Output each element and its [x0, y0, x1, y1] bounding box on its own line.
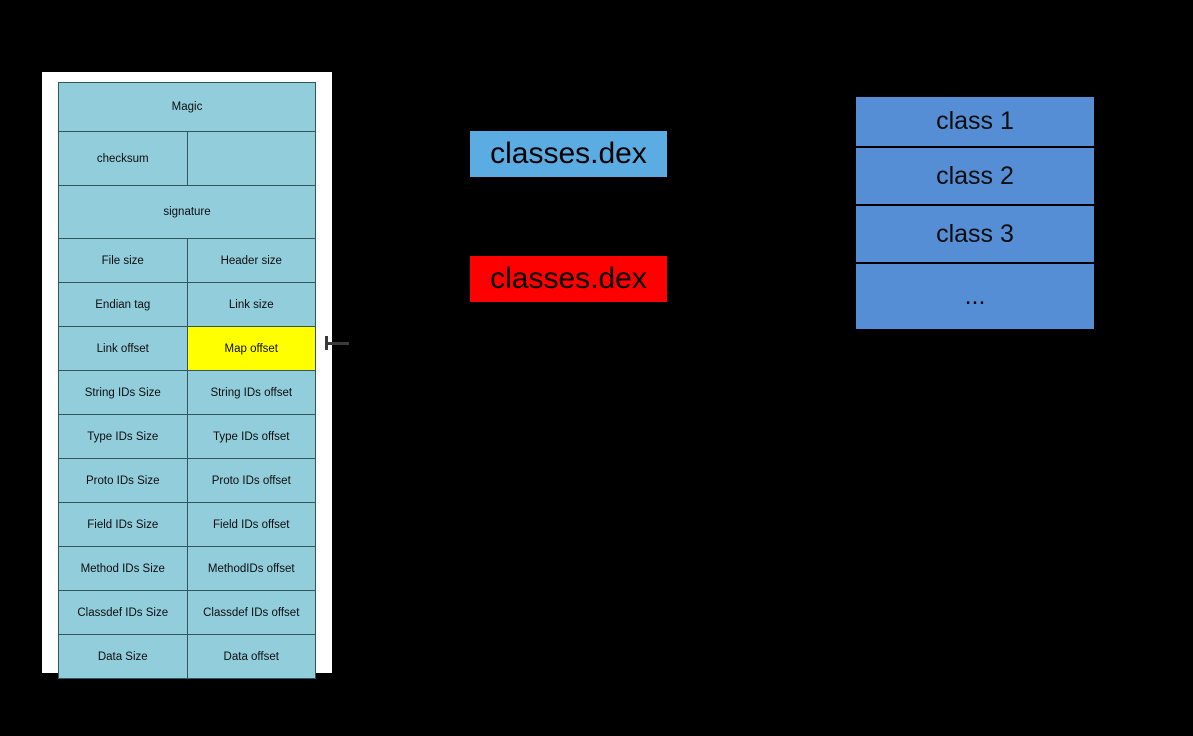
header-field-magic: Magic: [58, 82, 316, 132]
classes-dex-red-label: classes.dex: [490, 262, 647, 295]
header-field-checksum: checksum: [58, 131, 188, 186]
table-row: Method IDs Size MethodIDs offset: [58, 546, 316, 591]
table-row: signature: [58, 185, 316, 239]
class-list-item-2-label: class 2: [936, 161, 1014, 190]
table-row: Field IDs Size Field IDs offset: [58, 502, 316, 547]
table-row: Data Size Data offset: [58, 634, 316, 679]
table-row: Endian tag Link size: [58, 282, 316, 327]
header-field-type-ids-size: Type IDs Size: [58, 414, 188, 459]
classes-dex-blue-label: classes.dex: [490, 137, 647, 170]
class-list-item-3-label: class 3: [936, 219, 1014, 248]
class-list: class 1 class 2 class 3 ...: [856, 97, 1094, 329]
header-field-classdef-ids-offset: Classdef IDs offset: [186, 590, 316, 635]
class-list-item-3: class 3: [856, 206, 1094, 264]
dex-file-header-panel: Magic checksum signature File size Heade…: [42, 72, 332, 679]
header-field-checksum-blank: [186, 131, 316, 186]
header-field-file-size: File size: [58, 238, 188, 283]
header-field-link-size: Link size: [186, 282, 316, 327]
table-row: String IDs Size String IDs offset: [58, 370, 316, 415]
table-row: Magic: [58, 82, 316, 132]
dex-header-table: Magic checksum signature File size Heade…: [58, 82, 316, 679]
header-field-link-offset: Link offset: [58, 326, 188, 371]
header-field-proto-ids-size: Proto IDs Size: [58, 458, 188, 503]
header-field-map-offset-highlighted: Map offset: [186, 326, 316, 371]
classes-dex-blue-box: classes.dex: [470, 131, 667, 177]
header-field-header-size: Header size: [186, 238, 316, 283]
header-field-classdef-ids-size: Classdef IDs Size: [58, 590, 188, 635]
table-row: File size Header size: [58, 238, 316, 283]
header-field-proto-ids-offset: Proto IDs offset: [186, 458, 316, 503]
header-field-string-ids-offset: String IDs offset: [186, 370, 316, 415]
map-offset-connector: [327, 342, 349, 345]
header-field-field-ids-offset: Field IDs offset: [186, 502, 316, 547]
header-field-method-ids-size: Method IDs Size: [58, 546, 188, 591]
table-row: Classdef IDs Size Classdef IDs offset: [58, 590, 316, 635]
header-field-data-size: Data Size: [58, 634, 188, 679]
table-row: Proto IDs Size Proto IDs offset: [58, 458, 316, 503]
table-row: checksum: [58, 131, 316, 186]
header-field-signature: signature: [58, 185, 316, 239]
header-field-endian-tag: Endian tag: [58, 282, 188, 327]
table-row: Type IDs Size Type IDs offset: [58, 414, 316, 459]
header-field-string-ids-size: String IDs Size: [58, 370, 188, 415]
class-list-item-ellipsis: ...: [856, 264, 1094, 329]
header-field-type-ids-offset: Type IDs offset: [186, 414, 316, 459]
class-list-item-1-label: class 1: [936, 107, 1014, 135]
table-row: Link offset Map offset: [58, 326, 316, 371]
header-field-field-ids-size: Field IDs Size: [58, 502, 188, 547]
header-field-method-ids-offset: MethodIDs offset: [186, 546, 316, 591]
class-list-item-ellipsis-label: ...: [964, 282, 986, 310]
header-field-data-offset: Data offset: [186, 634, 316, 679]
class-list-item-2: class 2: [856, 148, 1094, 206]
classes-dex-red-box: classes.dex: [470, 256, 667, 302]
class-list-item-1: class 1: [856, 97, 1094, 148]
